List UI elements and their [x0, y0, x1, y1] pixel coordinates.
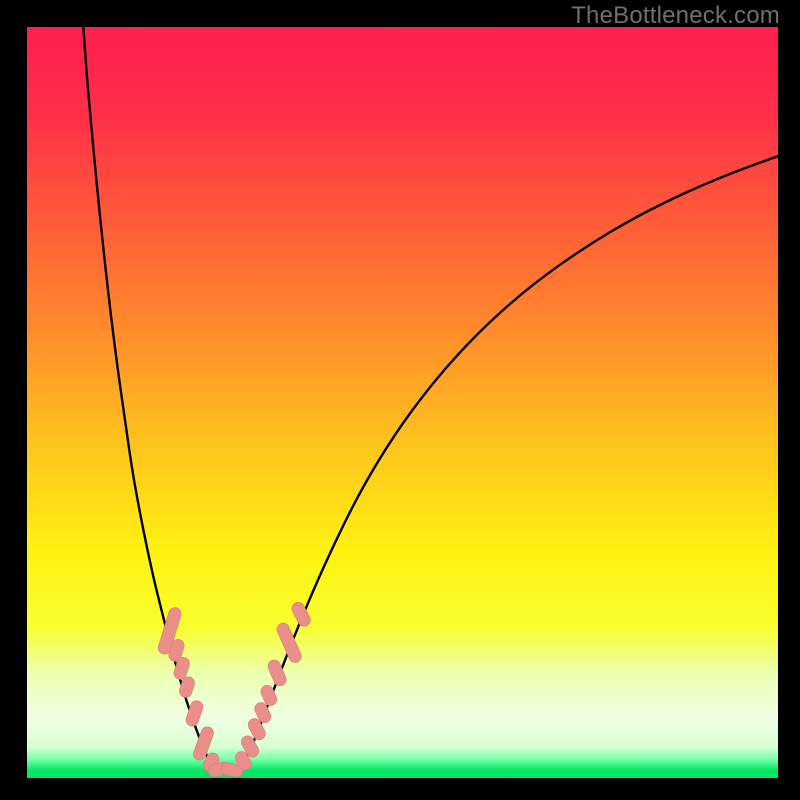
outer-black-frame: TheBottleneck.com [0, 0, 800, 800]
data-marker [290, 600, 313, 628]
chart-svg [27, 27, 778, 778]
plot-area [27, 27, 778, 778]
marker-group [157, 600, 313, 778]
watermark-label: TheBottleneck.com [571, 2, 780, 30]
